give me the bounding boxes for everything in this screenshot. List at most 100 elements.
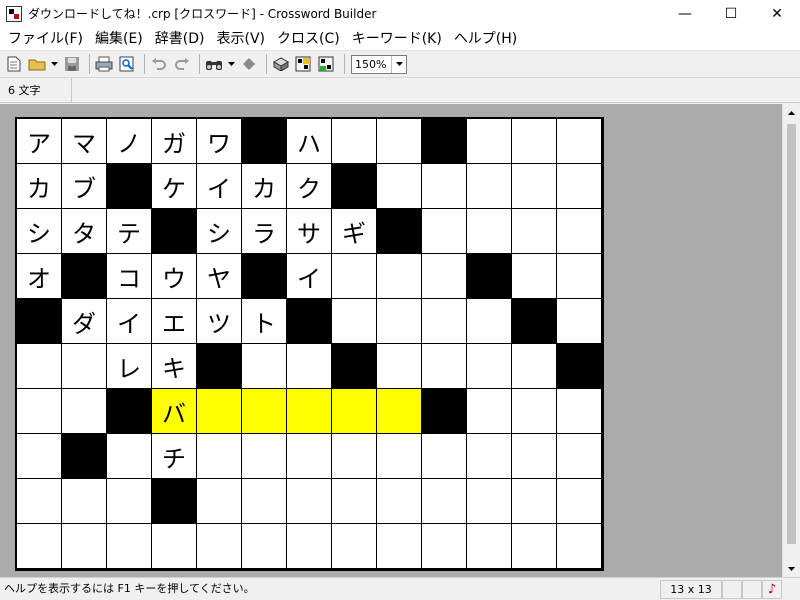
grid-cell[interactable] [197,389,242,434]
grid-cell[interactable] [17,389,62,434]
find-binoculars-icon[interactable] [204,54,224,74]
grid-cell[interactable]: ク [287,164,332,209]
grid-cell[interactable]: キ [152,344,197,389]
grid-cell[interactable]: ラ [242,209,287,254]
grid-cell[interactable] [557,209,602,254]
grid-cell[interactable]: カ [242,164,287,209]
grid-cell[interactable] [107,524,152,569]
grid-cell[interactable] [377,344,422,389]
grid-cell[interactable]: カ [17,164,62,209]
grid-cell[interactable] [377,299,422,344]
black-cell[interactable] [107,164,152,209]
grid-cell[interactable] [422,524,467,569]
grid-cell[interactable] [152,524,197,569]
undo-icon[interactable] [149,54,169,74]
minimize-button[interactable]: — [662,0,708,27]
grid-cell[interactable] [62,524,107,569]
grid-cell[interactable]: ア [17,119,62,164]
crossword-grid[interactable]: アマノガワハカブケイカクシタテシラサギオコウヤイダイエツトレキバチ [17,119,602,569]
grid-cell[interactable] [332,434,377,479]
grid-cell[interactable] [242,479,287,524]
grid-cell[interactable] [242,434,287,479]
grid-cell[interactable]: オ [17,254,62,299]
grid-cell[interactable]: ツ [197,299,242,344]
grid-cell[interactable] [377,479,422,524]
eraser-icon[interactable] [239,54,259,74]
grid-cell[interactable] [242,524,287,569]
grid-cell[interactable]: イ [287,254,332,299]
grid-cell[interactable]: コ [107,254,152,299]
save-icon[interactable] [62,54,82,74]
black-cell[interactable] [152,479,197,524]
black-cell[interactable] [152,209,197,254]
black-cell[interactable] [242,254,287,299]
grid-cell[interactable] [17,479,62,524]
crossword-workspace[interactable]: アマノガワハカブケイカクシタテシラサギオコウヤイダイエツトレキバチ [0,104,782,577]
grid-cell[interactable]: シ [197,209,242,254]
menu-help[interactable]: ヘルプ(H) [448,27,523,51]
grid-cell[interactable] [557,434,602,479]
find-dropdown-icon[interactable] [227,54,236,74]
music-note-icon[interactable]: ♪ [762,580,782,599]
grid-cell[interactable] [467,299,512,344]
open-dropdown-icon[interactable] [50,54,59,74]
menu-cross[interactable]: クロス(C) [271,27,346,51]
grid-cell[interactable] [377,254,422,299]
app-icon[interactable] [6,5,22,22]
grid-cell[interactable]: バ [152,389,197,434]
grid-cell[interactable] [512,479,557,524]
title-bar[interactable]: ダウンロードしてね！.crp [クロスワード] - Crossword Buil… [0,0,800,27]
grid-cell[interactable]: サ [287,209,332,254]
grid-cell[interactable] [467,209,512,254]
settings-icon[interactable] [317,54,337,74]
black-cell[interactable] [62,434,107,479]
grid-cell[interactable] [377,524,422,569]
grid-cell[interactable]: ノ [107,119,152,164]
grid-cell[interactable] [17,434,62,479]
grid-cell[interactable]: ケ [152,164,197,209]
grid-cell[interactable] [197,479,242,524]
black-cell[interactable] [287,299,332,344]
grid-cell[interactable] [467,479,512,524]
grid-cell[interactable]: ブ [62,164,107,209]
grid-cell[interactable] [332,479,377,524]
grid-cell[interactable] [197,434,242,479]
grid-cell[interactable] [332,389,377,434]
black-cell[interactable] [107,389,152,434]
grid-cell[interactable] [467,434,512,479]
grid-cell[interactable] [287,434,332,479]
grid-cell[interactable] [422,164,467,209]
close-button[interactable]: ✕ [754,0,800,27]
new-document-icon[interactable] [4,54,24,74]
scrollbar-thumb[interactable] [787,124,796,544]
grid-cell[interactable] [512,119,557,164]
grid-cell[interactable] [512,344,557,389]
grid-cell[interactable] [332,299,377,344]
print-icon[interactable] [94,54,114,74]
grid-cell[interactable] [422,434,467,479]
grid-cell[interactable] [467,389,512,434]
black-cell[interactable] [242,119,287,164]
black-cell[interactable] [422,119,467,164]
grid-cell[interactable] [467,524,512,569]
grid-cell[interactable]: エ [152,299,197,344]
grid-cell[interactable] [17,344,62,389]
grid-cell[interactable] [557,119,602,164]
grid-cell[interactable]: チ [152,434,197,479]
grid-cell[interactable] [557,164,602,209]
menu-keyword[interactable]: キーワード(K) [346,27,448,51]
black-cell[interactable] [332,164,377,209]
grid-cell[interactable] [467,164,512,209]
vertical-scrollbar[interactable] [782,104,800,577]
grid-cell[interactable] [422,209,467,254]
open-folder-icon[interactable] [27,54,47,74]
grid-cell[interactable]: ヤ [197,254,242,299]
grid-cell[interactable] [287,389,332,434]
grid-cell[interactable] [422,344,467,389]
grid-cell[interactable] [62,344,107,389]
grid-cell[interactable] [512,209,557,254]
black-cell[interactable] [557,344,602,389]
grid-cell[interactable] [467,119,512,164]
grid-cell[interactable] [242,389,287,434]
menu-view[interactable]: 表示(V) [210,27,271,51]
